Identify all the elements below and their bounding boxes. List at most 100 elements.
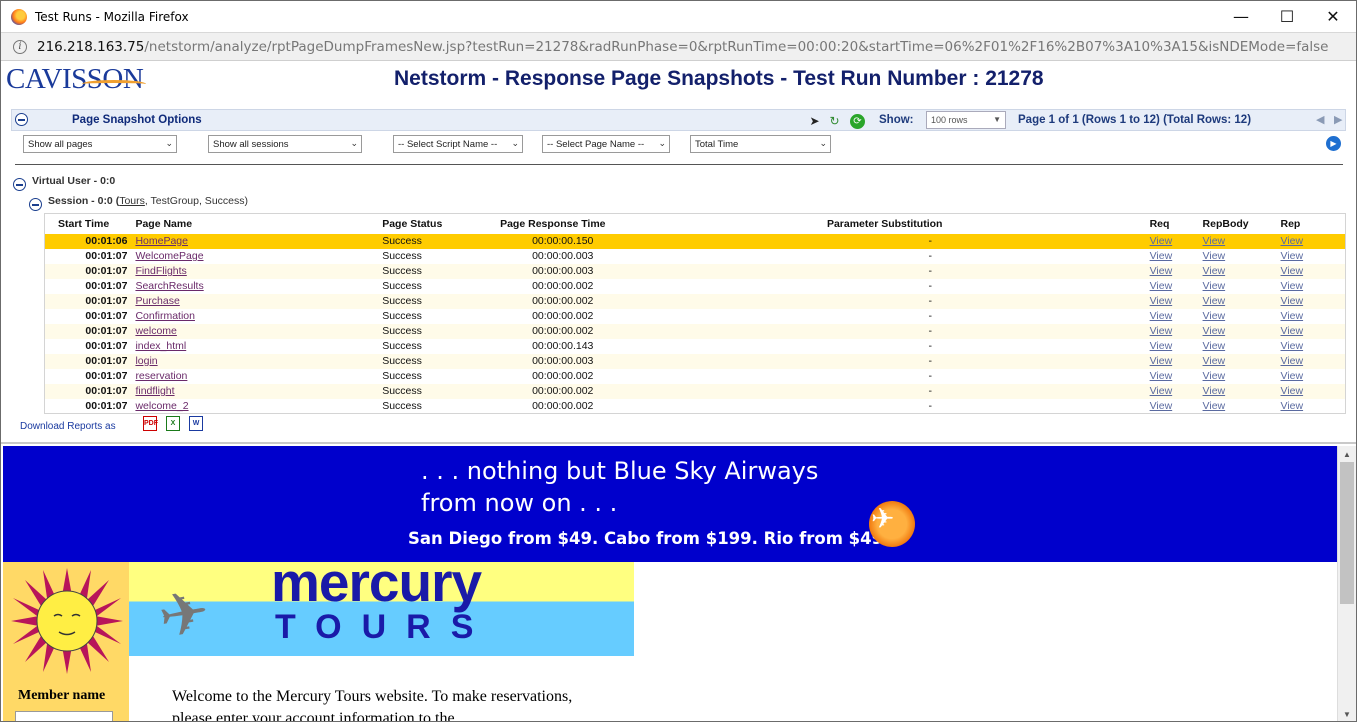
table-row[interactable]: 00:01:06 HomePage Success 00:00:00.150- View… — [44, 233, 1346, 249]
rep-view-cell-link[interactable]: View — [1281, 235, 1304, 247]
req-view-cell[interactable]: View — [1149, 233, 1203, 249]
table-row[interactable]: 00:01:07 Purchase Success 00:00:00.002- View… — [44, 293, 1346, 309]
repbody-view-cell-link[interactable]: View — [1203, 265, 1226, 277]
req-view-cell[interactable]: View — [1150, 369, 1203, 384]
rep-view-cell-link[interactable]: View — [1281, 370, 1304, 382]
rep-view-cell[interactable]: View — [1281, 399, 1346, 414]
refresh-icon[interactable]: ↻ — [827, 114, 842, 129]
req-view-cell[interactable]: View — [1150, 279, 1203, 294]
page-name-cell[interactable]: welcome_2 — [135, 399, 382, 414]
req-view-cell-link[interactable]: View — [1150, 295, 1173, 307]
repbody-view-cell[interactable]: View — [1203, 399, 1281, 414]
rep-view-cell[interactable]: View — [1281, 369, 1346, 384]
address-bar[interactable]: i 216.218.163.75/netstorm/analyze/rptPag… — [1, 32, 1356, 61]
rep-view-cell[interactable]: View — [1280, 323, 1346, 339]
req-view-cell-link[interactable]: View — [1150, 340, 1173, 352]
page-name-cell[interactable]: welcome — [135, 323, 383, 339]
rep-view-cell-link[interactable]: View — [1281, 310, 1304, 322]
rep-view-cell[interactable]: View — [1281, 309, 1346, 324]
req-view-cell[interactable]: View — [1150, 309, 1203, 324]
url-text[interactable]: 216.218.163.75/netstorm/analyze/rptPageD… — [37, 39, 1329, 55]
play-icon[interactable]: ➤ — [807, 114, 822, 129]
maximize-button[interactable]: ☐ — [1264, 1, 1310, 32]
rep-view-cell-link[interactable]: View — [1281, 280, 1304, 292]
rep-view-cell[interactable]: View — [1281, 249, 1346, 264]
req-view-cell-link[interactable]: View — [1150, 400, 1173, 412]
rep-view-cell[interactable]: View — [1280, 353, 1346, 369]
page-name-cell[interactable]: reservation — [135, 369, 382, 384]
repbody-view-cell-link[interactable]: View — [1203, 280, 1226, 292]
table-row[interactable]: 00:01:07 FindFlights Success 00:00:00.003- V… — [44, 263, 1346, 279]
req-view-cell-link[interactable]: View — [1150, 370, 1173, 382]
page-name-cell-link[interactable]: findflight — [135, 385, 174, 397]
req-view-cell-link[interactable]: View — [1150, 250, 1173, 262]
req-view-cell-link[interactable]: View — [1150, 355, 1173, 367]
page-filter[interactable]: -- Select Page Name -- ⌄ — [542, 135, 670, 153]
rep-view-cell[interactable]: View — [1280, 263, 1346, 279]
collapse-user-icon[interactable] — [13, 178, 26, 191]
table-row[interactable]: 00:01:07 WelcomePage Success 00:00:00.003 - V… — [45, 249, 1346, 264]
repbody-view-cell-link[interactable]: View — [1203, 385, 1226, 397]
req-view-cell[interactable]: View — [1149, 353, 1203, 369]
page-name-cell[interactable]: SearchResults — [135, 279, 382, 294]
page-name-cell-link[interactable]: FindFlights — [135, 265, 186, 277]
excel-icon[interactable]: X — [166, 416, 180, 431]
rep-view-cell[interactable]: View — [1280, 383, 1346, 399]
table-row[interactable]: 00:01:07 findflight Success 00:00:00.002- Vi… — [44, 383, 1346, 399]
repbody-view-cell-link[interactable]: View — [1203, 310, 1226, 322]
req-view-cell-link[interactable]: View — [1150, 325, 1173, 337]
repbody-view-cell[interactable]: View — [1202, 383, 1281, 399]
repbody-view-cell[interactable]: View — [1202, 353, 1281, 369]
collapse-session-icon[interactable] — [29, 198, 42, 211]
repbody-view-cell[interactable]: View — [1202, 293, 1281, 309]
table-row[interactable]: 00:01:07 SearchResults Success 00:00:00.002… — [45, 279, 1346, 294]
scroll-thumb[interactable] — [1340, 462, 1354, 604]
repbody-view-cell[interactable]: View — [1202, 233, 1281, 249]
rep-view-cell[interactable]: View — [1280, 293, 1346, 309]
repbody-view-cell-link[interactable]: View — [1203, 355, 1226, 367]
repbody-view-cell[interactable]: View — [1203, 249, 1281, 264]
req-view-cell-link[interactable]: View — [1150, 235, 1173, 247]
req-view-cell-link[interactable]: View — [1150, 310, 1173, 322]
repbody-view-cell[interactable]: View — [1203, 339, 1281, 354]
rep-view-cell-link[interactable]: View — [1281, 385, 1304, 397]
repbody-view-cell-link[interactable]: View — [1203, 235, 1226, 247]
collapse-options-icon[interactable] — [15, 113, 28, 126]
page-name-cell[interactable]: Purchase — [135, 293, 383, 309]
repbody-view-cell-link[interactable]: View — [1203, 370, 1226, 382]
time-filter[interactable]: Total Time ⌄ — [690, 135, 831, 153]
req-view-cell-link[interactable]: View — [1150, 280, 1173, 292]
rows-select[interactable]: 100 rows ▼ — [926, 111, 1006, 129]
page-name-cell-link[interactable]: HomePage — [135, 235, 188, 247]
rep-view-cell-link[interactable]: View — [1281, 340, 1304, 352]
close-button[interactable]: ✕ — [1310, 1, 1356, 32]
table-row[interactable]: 00:01:07 welcome Success 00:00:00.002- View V… — [44, 323, 1346, 339]
table-row[interactable]: 00:01:07 index_html Success 00:00:00.143 - Vi… — [45, 339, 1346, 354]
page-name-cell[interactable]: index_html — [135, 339, 382, 354]
go-icon[interactable]: ▶ — [1326, 136, 1341, 151]
req-view-cell[interactable]: View — [1150, 249, 1203, 264]
page-name-cell[interactable]: Confirmation — [135, 309, 382, 324]
rep-view-cell-link[interactable]: View — [1281, 250, 1304, 262]
page-name-cell[interactable]: FindFlights — [135, 263, 383, 279]
rep-view-cell-link[interactable]: View — [1281, 400, 1304, 412]
pages-filter[interactable]: Show all pages ⌄ — [23, 135, 177, 153]
scroll-down-icon[interactable]: ▼ — [1343, 710, 1351, 719]
rep-view-cell[interactable]: View — [1281, 339, 1346, 354]
req-view-cell[interactable]: View — [1149, 323, 1203, 339]
repbody-view-cell[interactable]: View — [1203, 279, 1281, 294]
table-row[interactable]: 00:01:07 reservation Success 00:00:00.002 - V… — [45, 369, 1346, 384]
req-view-cell-link[interactable]: View — [1150, 265, 1173, 277]
prev-page-icon[interactable]: ◀ — [1316, 113, 1324, 126]
member-name-input[interactable] — [15, 711, 113, 721]
repbody-view-cell[interactable]: View — [1202, 263, 1281, 279]
page-name-cell-link[interactable]: SearchResults — [135, 280, 203, 292]
repbody-view-cell-link[interactable]: View — [1203, 325, 1226, 337]
table-row[interactable]: 00:01:07 welcome_2 Success 00:00:00.002 - Vie… — [45, 399, 1346, 414]
page-name-cell-link[interactable]: reservation — [135, 370, 187, 382]
page-name-cell-link[interactable]: Purchase — [135, 295, 179, 307]
page-name-cell-link[interactable]: Confirmation — [135, 310, 195, 322]
minimize-button[interactable]: — — [1218, 1, 1264, 32]
rep-view-cell-link[interactable]: View — [1281, 355, 1304, 367]
page-name-cell[interactable]: findflight — [135, 383, 383, 399]
